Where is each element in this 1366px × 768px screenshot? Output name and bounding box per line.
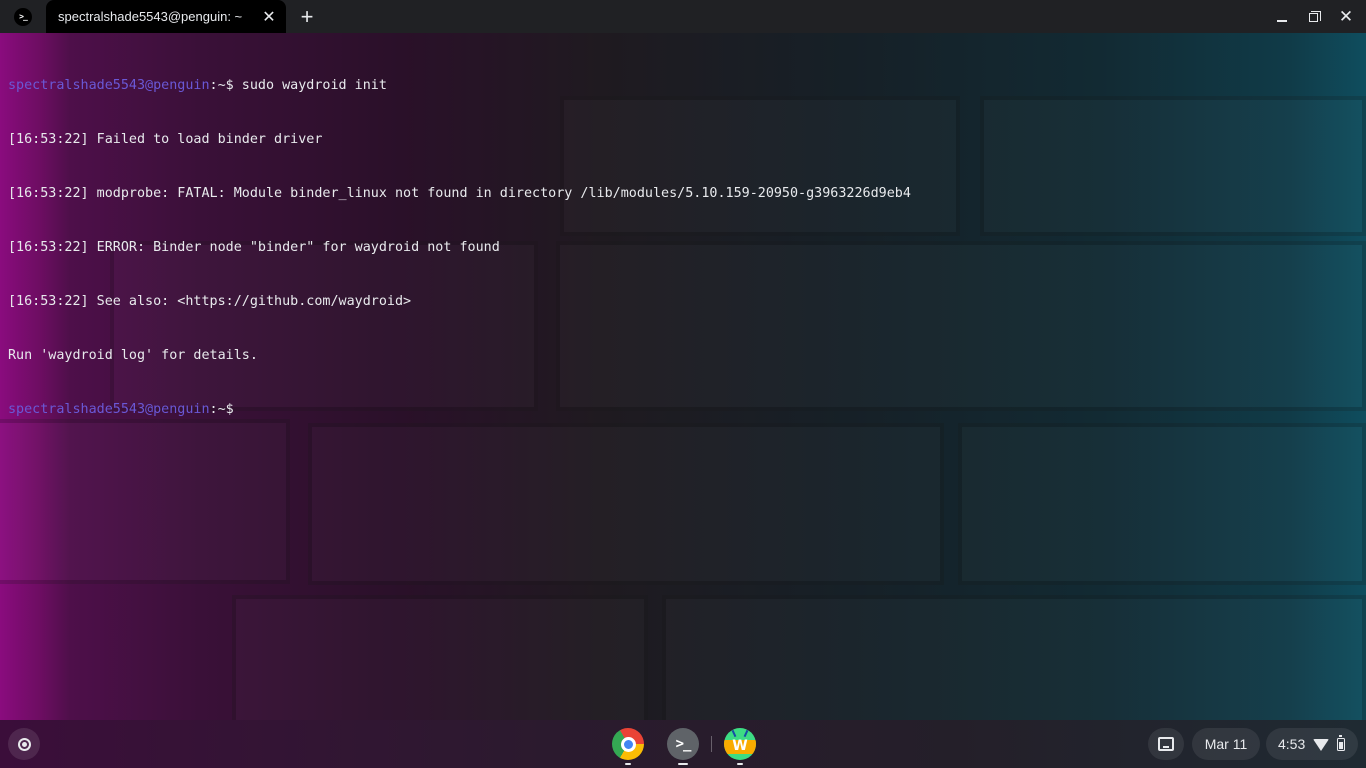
minimize-icon — [1277, 19, 1287, 22]
wallpaper-brick — [958, 423, 1366, 585]
wallpaper-brick — [232, 595, 648, 720]
shelf-app-terminal[interactable]: >_ — [667, 728, 699, 765]
terminal-output: spectralshade5543@penguin:~$ sudo waydro… — [8, 41, 911, 455]
restore-icon — [1308, 11, 1321, 22]
close-tab-button[interactable]: ✕ — [260, 8, 278, 26]
output-line: [16:53:22] See also: <https://github.com… — [8, 294, 412, 309]
tab-terminal[interactable]: spectralshade5543@penguin: ~ ✕ — [46, 0, 286, 33]
terminal-icon: >_ — [667, 728, 699, 760]
output-line: [16:53:22] modprobe: FATAL: Module binde… — [8, 186, 911, 201]
date-tray-button[interactable]: Mar 11 — [1192, 728, 1260, 760]
title-bar-drag-area[interactable] — [328, 0, 1266, 33]
waydroid-antenna-left — [731, 729, 737, 738]
prompt-user: spectralshade5543@penguin — [8, 402, 210, 417]
new-tab-button[interactable]: + — [286, 0, 328, 33]
waydroid-letter: W — [732, 738, 748, 754]
prompt-path: :~$ — [209, 402, 234, 417]
clock-time: 4:53 — [1278, 736, 1306, 752]
prompt-user: spectralshade5543@penguin — [8, 78, 210, 93]
title-bar: >_ spectralshade5543@penguin: ~ ✕ + ✕ — [0, 0, 1366, 33]
waydroid-icon: W — [724, 728, 756, 760]
current-prompt-line[interactable]: spectralshade5543@penguin:~$ — [8, 401, 911, 419]
chrome-icon-center — [620, 736, 636, 752]
shelf-divider — [711, 736, 712, 752]
shelf-app-waydroid[interactable]: W — [724, 728, 756, 765]
terminal-area[interactable]: spectralshade5543@penguin:~$ sudo waydro… — [0, 33, 1366, 720]
prompt-path: :~$ — [209, 78, 234, 93]
output-line: [16:53:22] ERROR: Binder node "binder" f… — [8, 240, 500, 255]
wifi-icon — [1313, 739, 1330, 751]
close-icon: ✕ — [1338, 7, 1354, 26]
restore-button[interactable] — [1298, 0, 1330, 33]
terminal-app-icon: >_ — [14, 7, 32, 26]
command-text: sudo waydroid init — [233, 78, 387, 93]
active-indicator — [678, 763, 688, 765]
command-line: spectralshade5543@penguin:~$ sudo waydro… — [8, 77, 911, 95]
running-indicator — [737, 763, 743, 765]
shelf: >_ W Mar 11 4:53 — [0, 720, 1366, 768]
tab-title: spectralshade5543@penguin: ~ — [58, 9, 243, 24]
wallpaper-brick — [662, 595, 1366, 720]
status-area-button[interactable]: 4:53 — [1266, 728, 1358, 760]
terminal-app-icon-wrap: >_ — [0, 0, 46, 33]
launcher-icon — [17, 737, 31, 751]
shelf-app-chrome[interactable] — [612, 728, 644, 765]
terminal-icon-glyph: >_ — [675, 736, 692, 752]
waydroid-antenna-right — [743, 729, 749, 738]
output-line: Run 'waydroid log' for details. — [8, 348, 258, 363]
battery-icon — [1337, 734, 1346, 751]
close-window-button[interactable]: ✕ — [1330, 0, 1362, 33]
minimize-button[interactable] — [1266, 0, 1298, 33]
holding-space-icon — [1158, 737, 1174, 751]
holding-space-button[interactable] — [1148, 728, 1184, 760]
chrome-icon — [612, 728, 644, 760]
launcher-button[interactable] — [8, 728, 40, 760]
wallpaper-brick — [980, 96, 1366, 236]
output-line: [16:53:22] Failed to load binder driver — [8, 132, 323, 147]
window-controls: ✕ — [1266, 0, 1366, 33]
text-cursor — [234, 402, 242, 417]
running-indicator — [625, 763, 631, 765]
